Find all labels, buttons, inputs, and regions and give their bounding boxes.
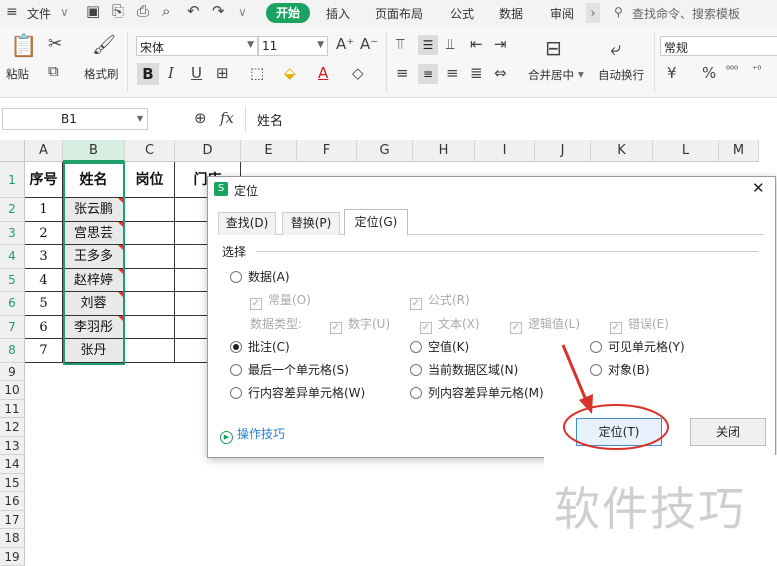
watermark-box: 软件技巧 — [544, 455, 777, 564]
watermark-text: 软件技巧 — [554, 473, 746, 539]
annotation-arrow — [563, 345, 588, 405]
annotation-circle — [564, 405, 668, 449]
